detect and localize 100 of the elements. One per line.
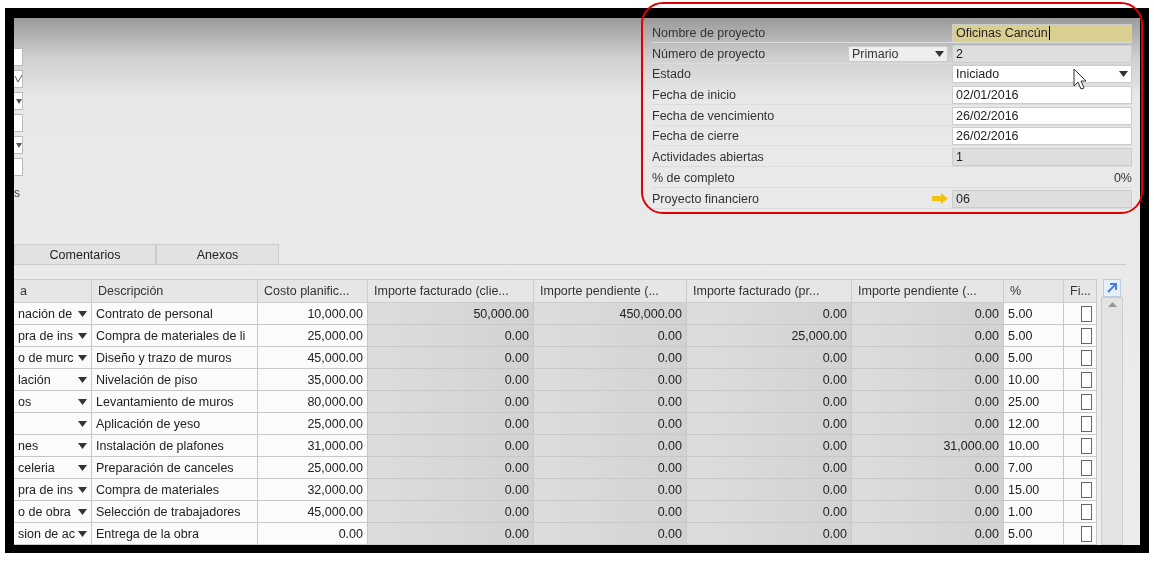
dropdown-arrow-icon <box>16 142 22 148</box>
table-cell: 0.00 <box>687 347 852 369</box>
dropdown-cell[interactable]: o de obra <box>14 501 92 523</box>
table-cell: 0.00 <box>368 413 534 435</box>
table-cell: 0.00 <box>852 479 1004 501</box>
table-cell: 0.00 <box>534 391 687 413</box>
checkbox[interactable] <box>1081 371 1092 388</box>
caret-icon[interactable] <box>935 50 944 57</box>
column-header[interactable]: Costo planific... <box>258 279 368 303</box>
table-cell: 7.00 <box>1004 457 1064 479</box>
dropdown-arrow-icon[interactable] <box>78 310 87 317</box>
checkbox[interactable] <box>1081 415 1092 432</box>
input-field[interactable]: 26/02/2016 <box>952 106 1132 125</box>
table-cell: 45,000.00 <box>258 347 368 369</box>
column-header[interactable]: Importe pendiente (... <box>852 279 1004 303</box>
field-label: Número de proyecto <box>652 46 767 61</box>
checkbox[interactable] <box>1081 481 1092 498</box>
table-cell: 5.00 <box>1004 347 1064 369</box>
table-cell: Compra de materiales de li <box>92 325 258 347</box>
checkbox[interactable] <box>1081 393 1092 410</box>
table-cell: 32,000.00 <box>258 479 368 501</box>
column-header[interactable]: Importe pendiente (... <box>534 279 687 303</box>
dropdown-arrow-icon[interactable] <box>78 332 87 339</box>
column-header[interactable]: a <box>14 279 92 303</box>
field-label: % de completo <box>652 170 736 185</box>
field-label: Actividades abiertas <box>652 150 765 165</box>
table-cell: 0.00 <box>687 523 852 545</box>
input-field[interactable] <box>14 70 23 88</box>
table-cell: 10,000.00 <box>258 303 368 325</box>
dropdown-arrow-icon[interactable] <box>78 376 87 383</box>
table-cell: Compra de materiales <box>92 479 258 501</box>
input-field[interactable] <box>14 158 23 176</box>
table-cell: 0.00 <box>687 435 852 457</box>
dropdown-cell[interactable]: nación de <box>14 303 92 325</box>
checkbox[interactable] <box>1081 525 1092 542</box>
dropdown-cell[interactable]: nes <box>14 435 92 457</box>
column-header[interactable]: Descripción <box>92 279 258 303</box>
checkbox[interactable] <box>1081 459 1092 476</box>
table-cell: 0.00 <box>852 303 1004 325</box>
input-field[interactable] <box>14 92 23 110</box>
table-cell: 0.00 <box>852 369 1004 391</box>
dropdown-cell[interactable] <box>14 413 92 435</box>
column-header[interactable]: Importe facturado (pr... <box>687 279 852 303</box>
dropdown-cell[interactable]: os <box>14 391 92 413</box>
series-dropdown[interactable]: Primario <box>848 45 948 62</box>
column-header[interactable]: Fi... <box>1064 279 1097 303</box>
input-field[interactable]: 02/01/2016 <box>952 86 1132 105</box>
table-cell: 15.00 <box>1004 479 1064 501</box>
dropdown-cell[interactable]: sion de ac <box>14 523 92 545</box>
input-field[interactable]: 26/02/2016 <box>952 127 1132 146</box>
dropdown-cell[interactable]: pra de ins <box>14 479 92 501</box>
table-cell: 0.00 <box>852 523 1004 545</box>
caret-icon[interactable] <box>1119 71 1128 78</box>
column-header[interactable]: Importe facturado (clie... <box>368 279 534 303</box>
tab[interactable]: Comentarios <box>14 244 156 264</box>
column-header[interactable]: % <box>1004 279 1064 303</box>
input-field[interactable]: 2 <box>952 44 1132 63</box>
dropdown-arrow-icon[interactable] <box>78 354 87 361</box>
table-cell: Selección de trabajadores <box>92 501 258 523</box>
checkbox[interactable] <box>1081 349 1092 366</box>
dropdown-arrow-icon[interactable] <box>78 464 87 471</box>
table-cell: 5.00 <box>1004 325 1064 347</box>
table-cell: 0.00 <box>368 457 534 479</box>
table-cell: 0.00 <box>534 325 687 347</box>
dropdown-arrow-icon[interactable] <box>78 398 87 405</box>
dropdown-arrow-icon[interactable] <box>78 508 87 515</box>
tab[interactable]: Anexos <box>156 244 279 264</box>
input-field[interactable]: 06 <box>952 189 1132 208</box>
mouse-cursor-icon <box>1073 68 1087 90</box>
checkbox[interactable] <box>1081 437 1092 454</box>
dropdown-cell[interactable]: o de murc <box>14 347 92 369</box>
table-cell: 0.00 <box>852 457 1004 479</box>
dropdown-cell[interactable]: pra de ins <box>14 325 92 347</box>
scrollbar[interactable] <box>1101 297 1123 545</box>
status-dropdown[interactable]: Iniciado <box>952 65 1132 84</box>
table-cell: Entrega de la obra <box>92 523 258 545</box>
dropdown-arrow-icon[interactable] <box>78 530 87 537</box>
table-cell: 25,000.00 <box>258 413 368 435</box>
input-field[interactable] <box>14 48 23 66</box>
checkbox[interactable] <box>1081 327 1092 344</box>
checkbox[interactable] <box>1081 503 1092 520</box>
table-cell: Diseño y trazo de muros <box>92 347 258 369</box>
table-cell: 0.00 <box>368 501 534 523</box>
dropdown-cell[interactable]: celeria <box>14 457 92 479</box>
dropdown-arrow-icon[interactable] <box>78 420 87 427</box>
table-cell: 0.00 <box>534 347 687 369</box>
dropdown-arrow-icon[interactable] <box>78 442 87 449</box>
table-cell: 0.00 <box>534 369 687 391</box>
field-label: Fecha de vencimiento <box>652 108 776 123</box>
table-cell: 0.00 <box>852 413 1004 435</box>
input-field[interactable]: Oficinas Cancún <box>952 24 1132 42</box>
input-field[interactable]: 1 <box>952 148 1132 167</box>
field-label: Fecha de inicio <box>652 88 738 103</box>
checkbox[interactable] <box>1081 305 1092 322</box>
dropdown-arrow-icon[interactable] <box>78 486 87 493</box>
table-cell: 0.00 <box>687 391 852 413</box>
table-cell: Aplicación de yeso <box>92 413 258 435</box>
input-field[interactable] <box>14 136 23 154</box>
input-field[interactable] <box>14 114 23 132</box>
dropdown-cell[interactable]: lación <box>14 369 92 391</box>
